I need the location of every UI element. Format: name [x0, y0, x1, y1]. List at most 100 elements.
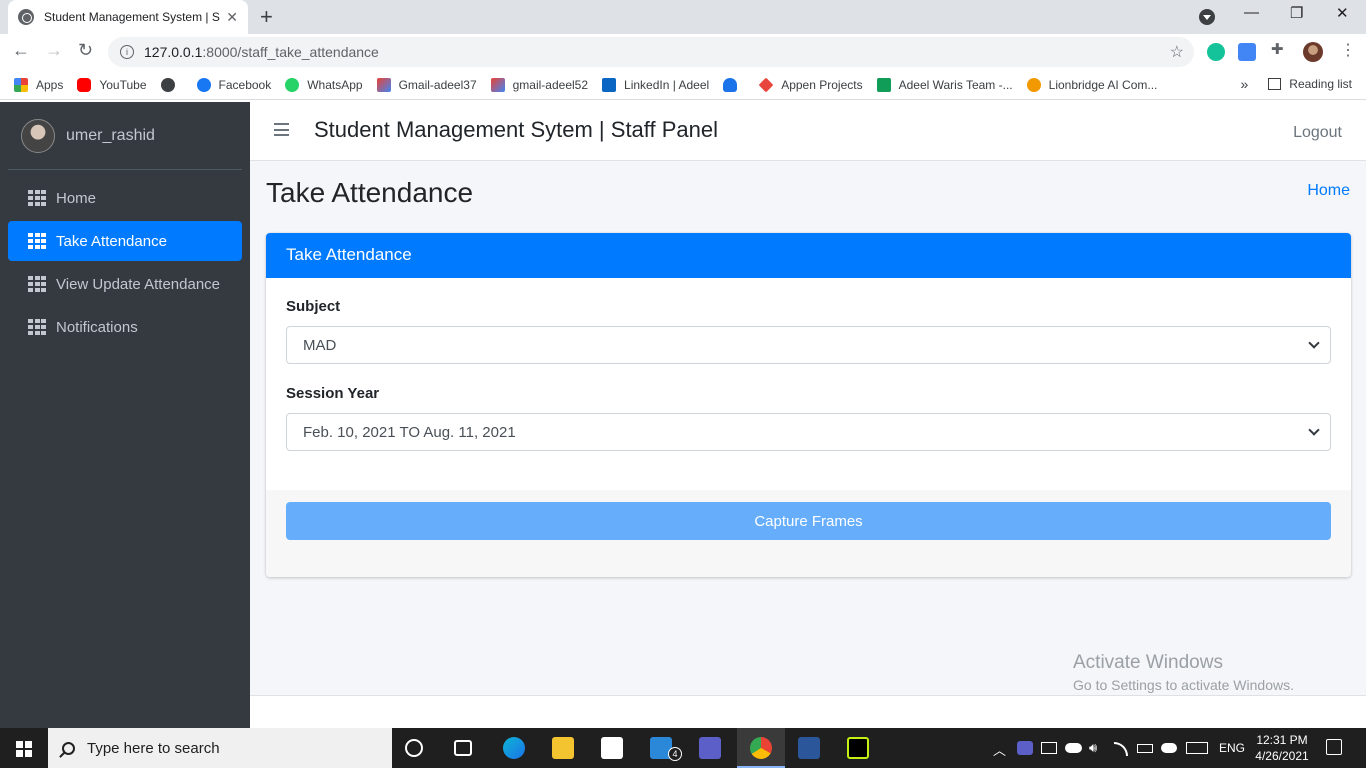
tab-search-icon[interactable]: [1199, 9, 1215, 25]
bookmarks-bar: Apps YouTube Facebook WhatsApp Gmail-ade…: [0, 70, 1366, 100]
taskbar-search-input[interactable]: Type here to search: [48, 728, 392, 768]
close-tab-icon[interactable]: ✕: [226, 9, 238, 26]
reload-icon[interactable]: ↻: [78, 40, 93, 61]
bookmark-apps[interactable]: Apps: [14, 77, 63, 92]
bookmark-lionbridge[interactable]: Lionbridge AI Com...: [1026, 77, 1157, 92]
file-explorer-icon[interactable]: [552, 737, 574, 759]
subject-label: Subject: [286, 298, 341, 315]
capture-frames-button[interactable]: Capture Frames: [286, 502, 1331, 540]
sidebar-item-label: View Update Attendance: [56, 275, 221, 293]
appen-icon: [758, 77, 774, 92]
volume-icon[interactable]: 🔊︎: [1089, 740, 1097, 756]
avatar: [21, 118, 55, 153]
top-navbar: Student Management Sytem | Staff Panel L…: [250, 102, 1366, 161]
apps-grid-icon: [14, 77, 28, 92]
minimize-icon[interactable]: —: [1244, 4, 1259, 21]
bookmark-sheets[interactable]: Adeel Waris Team -...: [876, 77, 1013, 92]
address-bar[interactable]: i 127.0.0.1:8000/staff_take_attendance ☆: [108, 37, 1194, 67]
bookmarks-overflow-icon[interactable]: »: [1241, 76, 1249, 92]
hamburger-menu-icon[interactable]: [274, 123, 289, 136]
sidebar-item-notifications[interactable]: Notifications: [8, 307, 242, 347]
content-area: Take Attendance Home Take Attendance Sub…: [250, 161, 1366, 695]
word-icon[interactable]: [798, 737, 820, 759]
session-year-label: Session Year: [286, 385, 380, 402]
bookmarks-right: » Reading list: [1241, 76, 1353, 92]
logout-link[interactable]: Logout: [1293, 124, 1342, 142]
notification-center-icon[interactable]: [1326, 739, 1342, 755]
site-info-icon[interactable]: i: [120, 45, 134, 59]
close-window-icon[interactable]: ✕: [1336, 4, 1349, 22]
profile-avatar[interactable]: [1303, 42, 1323, 62]
bookmark-gmail-2[interactable]: gmail-adeel52: [490, 77, 588, 92]
watermark-subtitle: Go to Settings to activate Windows.: [1073, 677, 1294, 693]
reading-list-button[interactable]: Reading list: [1289, 77, 1352, 91]
breadcrumb-home[interactable]: Home: [1307, 182, 1350, 200]
bookmark-facebook[interactable]: Facebook: [196, 77, 271, 92]
sidebar-item-view-update-attendance[interactable]: View Update Attendance: [8, 264, 242, 304]
network-device-icon[interactable]: [1041, 742, 1057, 754]
username[interactable]: umer_rashid: [66, 127, 155, 145]
sidebar: umer_rashid Home Take Attendance View Up…: [0, 102, 250, 728]
task-view-icon[interactable]: [454, 740, 472, 756]
bookmark-linkedin[interactable]: LinkedIn | Adeel: [602, 77, 709, 92]
grid-icon: [28, 276, 46, 292]
bookmark-appen[interactable]: Appen Projects: [758, 77, 863, 92]
search-icon: [62, 741, 75, 755]
bookmark-gmail-1[interactable]: Gmail-adeel37: [376, 77, 477, 92]
cloud-sync-icon[interactable]: [1161, 743, 1177, 753]
grid-icon: [28, 319, 46, 335]
tray-chevron-up-icon[interactable]: ︿: [993, 740, 1006, 759]
sidebar-item-label: Take Attendance: [56, 232, 167, 250]
brand-title: Student Management Sytem | Staff Panel: [314, 117, 718, 142]
session-year-select[interactable]: Feb. 10, 2021 TO Aug. 11, 2021: [286, 413, 1331, 451]
facebook-icon: [196, 77, 211, 92]
bookmark-whatsapp[interactable]: WhatsApp: [285, 77, 363, 92]
battery-icon[interactable]: [1137, 744, 1153, 753]
translate-icon[interactable]: [1238, 43, 1256, 61]
keyboard-icon[interactable]: [1186, 742, 1208, 754]
forward-icon[interactable]: →: [45, 40, 63, 61]
card-footer: Capture Frames: [266, 490, 1351, 577]
attendance-card: Take Attendance Subject MAD Session Year…: [266, 233, 1351, 577]
wifi-icon[interactable]: [1114, 742, 1128, 756]
subject-select[interactable]: MAD: [286, 326, 1331, 364]
bookmark-cloud[interactable]: [723, 77, 745, 92]
restore-icon[interactable]: ❐: [1290, 4, 1303, 22]
windows-taskbar: Type here to search 4 ︿ 🔊︎ ENG 12:31 PM …: [0, 728, 1366, 768]
bookmark-globe[interactable]: [160, 77, 183, 92]
page-footer: [250, 695, 1366, 728]
bookmark-star-icon[interactable]: ☆: [1170, 42, 1184, 62]
globe-icon: [160, 77, 175, 92]
teams-tray-icon[interactable]: [1017, 741, 1033, 755]
bookmark-youtube[interactable]: YouTube: [77, 77, 147, 92]
back-icon[interactable]: ←: [12, 40, 30, 61]
system-clock[interactable]: 12:31 PM 4/26/2021: [1250, 732, 1314, 764]
user-panel: umer_rashid: [8, 102, 242, 170]
page-title: Take Attendance: [266, 177, 474, 208]
store-icon[interactable]: [601, 737, 623, 759]
grammarly-icon[interactable]: [1207, 43, 1225, 61]
reading-list-icon: [1268, 78, 1282, 90]
chrome-menu-icon[interactable]: ⋮: [1340, 40, 1356, 60]
onedrive-icon[interactable]: [1065, 743, 1082, 753]
windows-start-icon[interactable]: [16, 741, 32, 757]
teams-icon[interactable]: [699, 737, 721, 759]
extensions-icon[interactable]: ✚: [1271, 40, 1289, 58]
youtube-icon: [77, 77, 92, 92]
language-indicator[interactable]: ENG: [1219, 741, 1245, 755]
sidebar-item-label: Home: [56, 189, 97, 207]
sidebar-item-take-attendance[interactable]: Take Attendance: [8, 221, 242, 261]
chrome-icon[interactable]: [750, 737, 772, 759]
pycharm-icon[interactable]: [847, 737, 869, 759]
cloud-icon: [723, 77, 738, 92]
chevron-down-icon: [1308, 337, 1320, 349]
gmail-icon: [376, 77, 391, 92]
new-tab-icon[interactable]: +: [260, 4, 273, 30]
browser-tab[interactable]: Student Management System | St ✕: [8, 0, 248, 34]
edge-icon[interactable]: [503, 737, 525, 759]
tab-title: Student Management System | St: [44, 10, 221, 24]
session-year-selected-value: Feb. 10, 2021 TO Aug. 11, 2021: [303, 423, 516, 441]
cortana-icon[interactable]: [405, 739, 423, 757]
sidebar-item-home[interactable]: Home: [8, 178, 242, 218]
sidebar-item-label: Notifications: [56, 318, 138, 336]
